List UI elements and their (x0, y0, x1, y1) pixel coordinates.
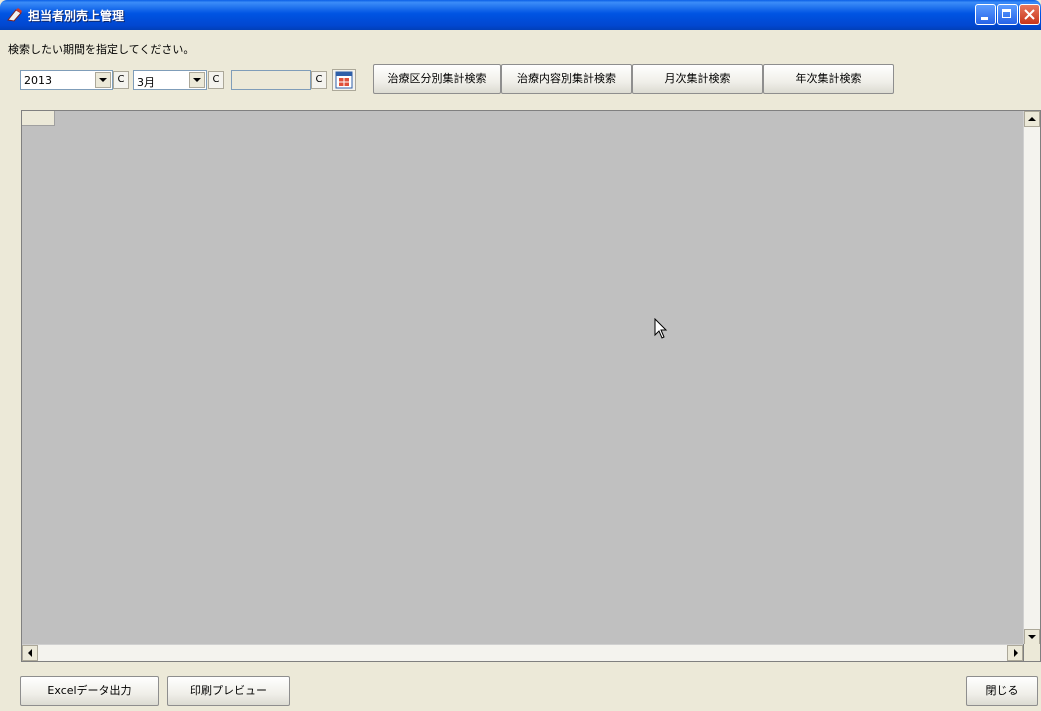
chevron-down-icon[interactable] (95, 72, 111, 88)
mouse-pointer-icon (654, 318, 668, 339)
scroll-up-icon[interactable] (1024, 111, 1040, 127)
scroll-left-icon[interactable] (22, 645, 38, 661)
vertical-scrollbar[interactable] (1023, 111, 1040, 645)
calendar-icon (335, 71, 353, 89)
year-value: 2013 (24, 74, 52, 87)
close-button[interactable]: 閉じる (966, 676, 1038, 706)
month-clear-button[interactable]: C (208, 71, 224, 89)
monthly-search-button[interactable]: 月次集計検索 (632, 64, 763, 94)
scroll-down-icon[interactable] (1024, 629, 1040, 645)
scroll-right-icon[interactable] (1007, 645, 1023, 661)
close-window-button[interactable] (1019, 4, 1040, 25)
maximize-button[interactable] (997, 4, 1018, 25)
data-grid[interactable] (21, 110, 1041, 662)
date-clear-button[interactable]: C (311, 71, 327, 89)
month-value: 3月 (137, 76, 155, 89)
scrollbar-corner (1023, 644, 1040, 661)
search-by-treatment-content-button[interactable]: 治療内容別集計検索 (501, 64, 632, 94)
grid-corner-cell[interactable] (22, 111, 55, 126)
title-bar: 担当者別売上管理 (0, 0, 1041, 30)
date-field[interactable] (231, 70, 311, 90)
instruction-text: 検索したい期間を指定してください。 (8, 43, 195, 56)
app-icon (7, 8, 23, 22)
month-select[interactable]: 3月 (133, 70, 207, 90)
minimize-button[interactable] (975, 4, 996, 25)
year-select[interactable]: 2013 (20, 70, 113, 90)
print-preview-button[interactable]: 印刷プレビュー (167, 676, 290, 706)
search-by-treatment-category-button[interactable]: 治療区分別集計検索 (373, 64, 501, 94)
chevron-down-icon[interactable] (189, 72, 205, 88)
year-clear-button[interactable]: C (113, 71, 129, 89)
yearly-search-button[interactable]: 年次集計検索 (763, 64, 894, 94)
excel-export-button[interactable]: Excelデータ出力 (20, 676, 159, 706)
window-title: 担当者別売上管理 (28, 9, 125, 23)
horizontal-scrollbar[interactable] (22, 644, 1023, 661)
calendar-button[interactable] (332, 69, 356, 91)
